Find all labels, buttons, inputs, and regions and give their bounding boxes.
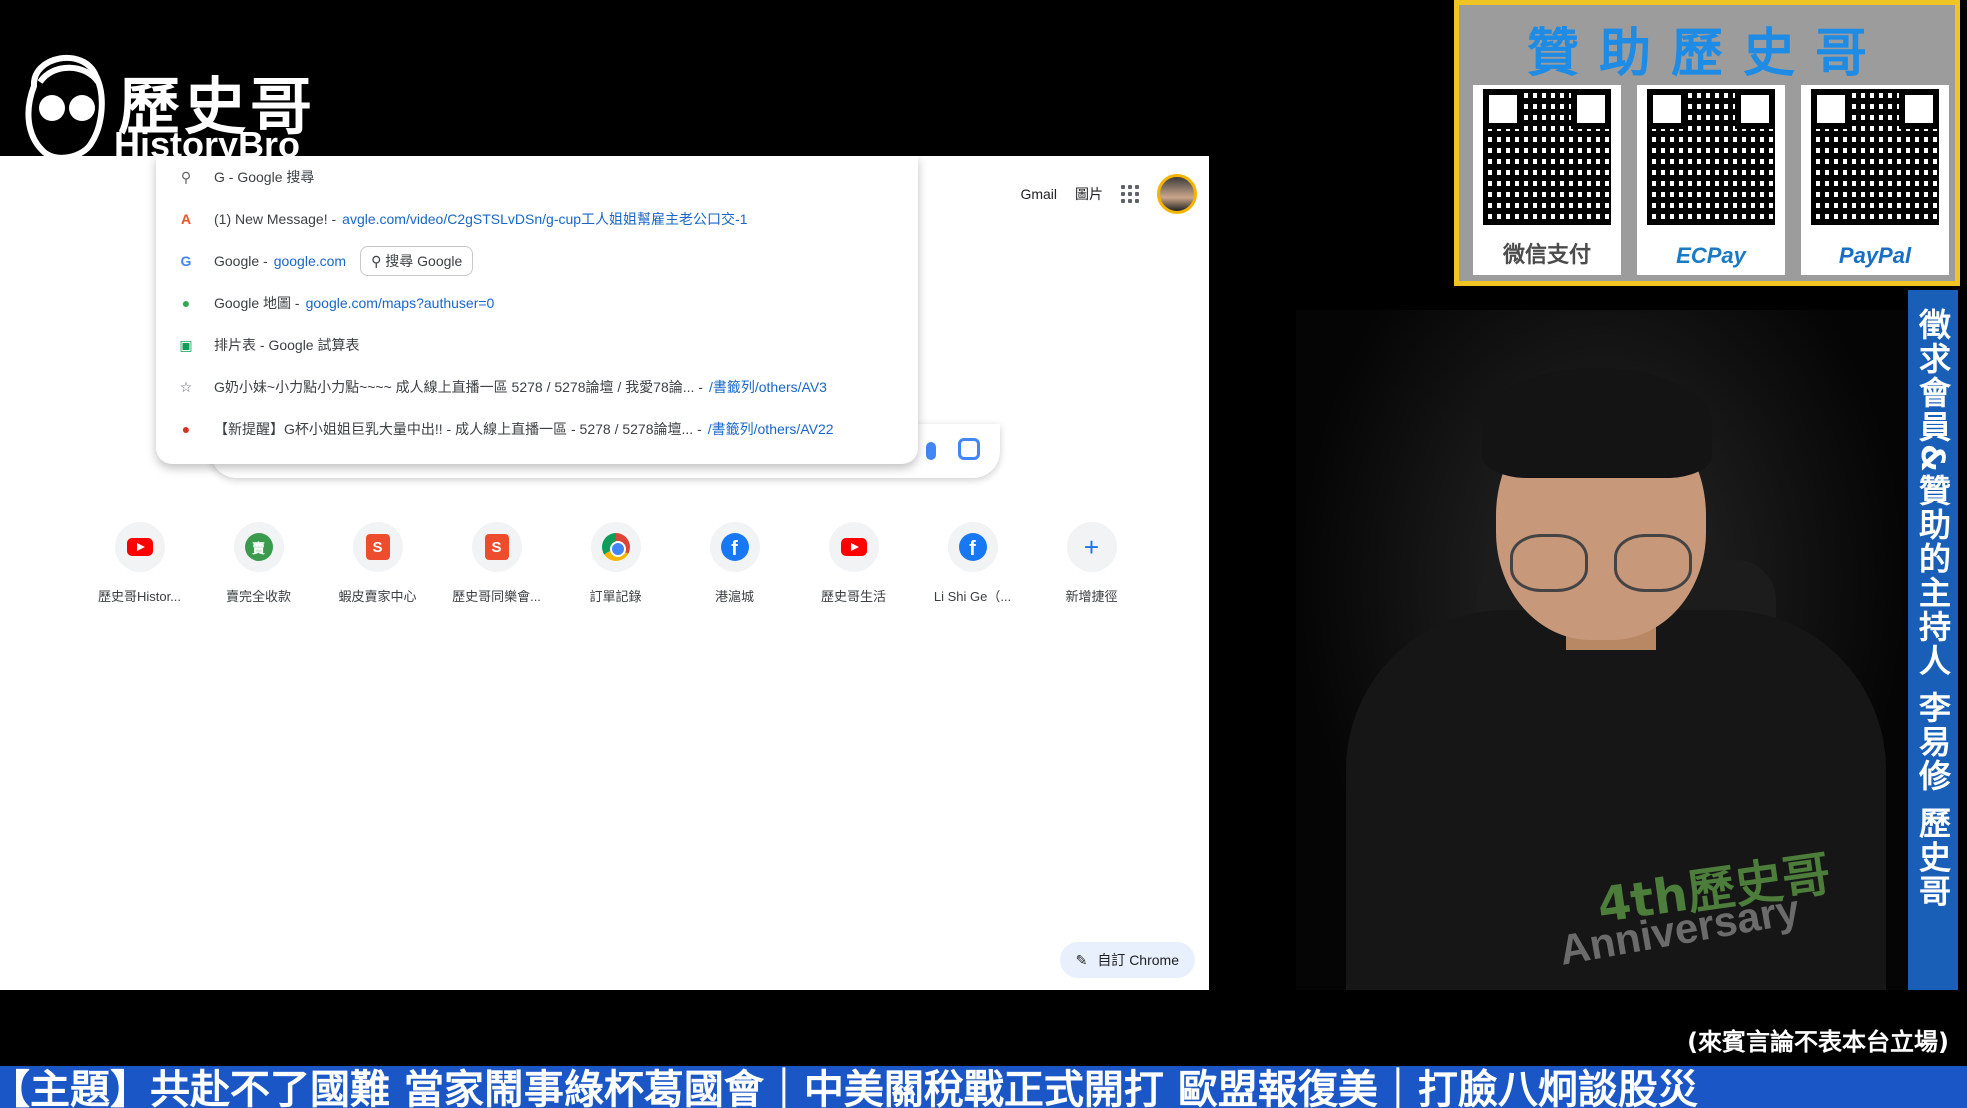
suggestion-item[interactable]: ☆ G奶小妹~小力點小力點~~~~ 成人線上直播一區 5278 / 5278論壇… <box>156 366 918 408</box>
stream-frame: 歷史哥 HistoryBro Gmail 圖片 ⚲ G - Google 搜尋 … <box>0 0 1967 1108</box>
plus-icon: + <box>1083 531 1100 562</box>
chrome-icon <box>601 533 630 561</box>
suggestion-item[interactable]: G Google - google.com ⚲ 搜尋 Google <box>156 240 918 282</box>
google-icon: G <box>180 253 192 269</box>
star-icon: ☆ <box>179 378 193 395</box>
add-shortcut-tile[interactable]: + 新增捷徑 <box>1032 522 1151 605</box>
shortcut-tile[interactable]: 訂單記錄 <box>556 522 675 605</box>
facebook-icon: f <box>958 533 987 561</box>
sponsor-title: 贊助歷史哥 <box>1526 24 1887 84</box>
map-pin-icon: ● <box>181 295 191 311</box>
site-favicon-icon: A <box>180 211 192 227</box>
search-google-chip[interactable]: ⚲ 搜尋 Google <box>360 246 474 276</box>
vertical-banner: 徵求會員&贊助的主持人 李易修 歷史哥 <box>1908 290 1958 990</box>
bookmark-icon: ● <box>181 421 191 437</box>
qr-code-icon <box>1483 89 1611 225</box>
suggestion-item[interactable]: A (1) New Message! - avgle.com/video/C2g… <box>156 198 918 240</box>
google-lens-icon[interactable] <box>958 438 980 460</box>
chrome-new-tab-page: Gmail 圖片 ⚲ G - Google 搜尋 A (1) New Messa… <box>0 156 1209 990</box>
shortcut-tile[interactable]: 歷史哥生活 <box>794 522 913 605</box>
sheets-icon: ▣ <box>179 336 193 353</box>
disclaimer: (來賓言論不表本台立場) <box>1687 1028 1949 1056</box>
qr-code-icon <box>1811 89 1939 225</box>
shortcut-tile[interactable]: S 蝦皮賣家中心 <box>318 522 437 605</box>
suggestion-item[interactable]: ⚲ G - Google 搜尋 <box>156 156 918 198</box>
shortcut-tile[interactable]: S 歷史哥同樂會... <box>437 522 556 605</box>
omnibox-suggestions: ⚲ G - Google 搜尋 A (1) New Message! - avg… <box>156 156 918 464</box>
account-avatar[interactable] <box>1157 174 1197 214</box>
sponsor-panel: 贊助歷史哥 微信支付 ECPay PayPal <box>1454 0 1960 286</box>
microphone-icon[interactable] <box>926 442 936 460</box>
shortcut-tile[interactable]: 賣 賣完全收款 <box>199 522 318 605</box>
shopee-icon: S <box>484 534 509 560</box>
historybro-logo: 歷史哥 HistoryBro <box>8 42 318 172</box>
paypal-qr: PayPal <box>1801 85 1949 275</box>
shopee-icon: S <box>365 534 390 560</box>
youtube-icon <box>840 538 867 556</box>
host-webcam-feed: 4th歷史哥 Anniversary <box>1296 310 1908 990</box>
shortcut-tile[interactable]: f Li Shi Ge（... <box>913 522 1032 605</box>
green-circle-icon: 賣 <box>244 533 273 561</box>
wechat-pay-qr: 微信支付 <box>1473 85 1621 275</box>
shortcut-tile[interactable]: 歷史哥Histor... <box>80 522 199 605</box>
suggestion-item[interactable]: ● 【新提醒】G杯小姐姐巨乳大量中出!! - 成人線上直播一區 - 5278 /… <box>156 408 918 450</box>
shortcut-tiles: 歷史哥Histor... 賣 賣完全收款 S 蝦皮賣家中心 S 歷史哥同樂會..… <box>80 522 1151 605</box>
suggestion-item[interactable]: ● Google 地圖 - google.com/maps?authuser=0 <box>156 282 918 324</box>
gmail-link[interactable]: Gmail <box>1020 186 1057 202</box>
pencil-icon: ✎ <box>1075 951 1088 968</box>
ecpay-qr: ECPay <box>1637 85 1785 275</box>
shortcut-tile[interactable]: f 港滬城 <box>675 522 794 605</box>
suggestion-item[interactable]: ▣ 排片表 - Google 試算表 <box>156 324 918 366</box>
cartoon-head-icon <box>25 55 105 161</box>
qr-code-icon <box>1647 89 1775 225</box>
youtube-icon <box>126 538 153 556</box>
facebook-icon: f <box>720 533 749 561</box>
images-link[interactable]: 圖片 <box>1075 184 1103 204</box>
news-ticker: 【主題】共赴不了國難 當家鬧事綠杯葛國會｜中美關稅戰正式開打 歐盟報復美｜打臉八… <box>0 1066 1967 1108</box>
apps-grid-icon[interactable] <box>1121 185 1139 203</box>
customize-chrome-button[interactable]: ✎ 自訂 Chrome <box>1059 942 1195 978</box>
top-links: Gmail 圖片 <box>1020 174 1197 214</box>
search-icon: ⚲ <box>180 168 192 185</box>
